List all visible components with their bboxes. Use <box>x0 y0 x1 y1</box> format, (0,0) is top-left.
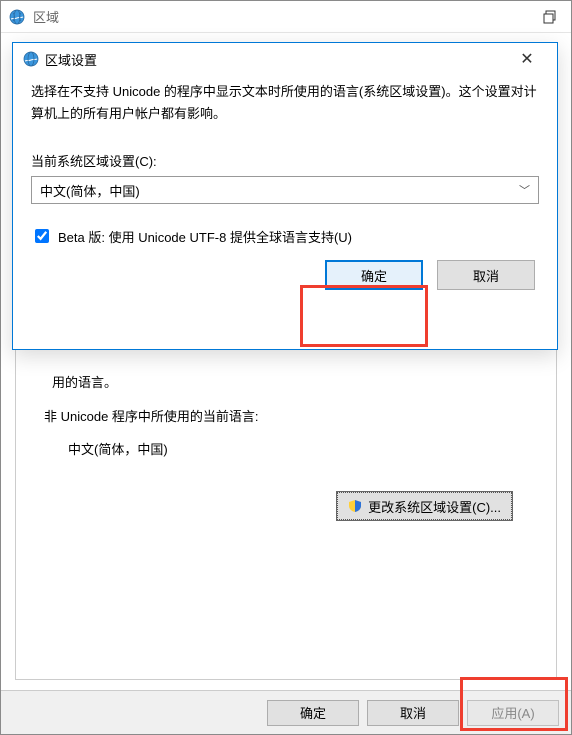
non-unicode-heading: 非 Unicode 程序中所使用的当前语言: <box>44 406 524 425</box>
non-unicode-section: 非 Unicode 程序中所使用的当前语言: 中文(简体，中国) 更改系统区域设… <box>44 406 524 486</box>
region-window-title: 区域 <box>33 7 59 26</box>
current-non-unicode-language: 中文(简体，中国) <box>68 439 524 458</box>
change-system-locale-label: 更改系统区域设置(C)... <box>368 497 501 516</box>
close-button[interactable]: ✕ <box>507 44 547 74</box>
region-cancel-button[interactable]: 取消 <box>367 700 459 726</box>
region-ok-button[interactable]: 确定 <box>267 700 359 726</box>
region-footer: 确定 取消 应用(A) <box>1 690 571 734</box>
locale-select[interactable]: 中文(简体，中国) ﹀ <box>31 176 539 204</box>
globe-icon <box>9 9 25 25</box>
truncated-help-text: 用的语言。 <box>52 372 117 391</box>
shield-icon <box>348 499 362 513</box>
locale-select-value: 中文(简体，中国) <box>40 181 140 200</box>
restore-down-icon <box>543 10 557 24</box>
locale-ok-button[interactable]: 确定 <box>325 260 423 290</box>
current-locale-label: 当前系统区域设置(C): <box>31 151 539 170</box>
locale-dialog-button-row: 确定 取消 <box>31 260 539 290</box>
locale-settings-title: 区域设置 <box>45 50 97 69</box>
utf8-beta-checkbox[interactable] <box>35 229 49 243</box>
close-icon: ✕ <box>520 49 533 69</box>
globe-icon <box>23 51 39 67</box>
locale-cancel-label: 取消 <box>473 266 499 285</box>
locale-settings-titlebar: 区域设置 ✕ <box>13 43 557 75</box>
region-cancel-label: 取消 <box>400 703 426 722</box>
region-titlebar: 区域 <box>1 1 571 33</box>
locale-settings-body: 选择在不支持 Unicode 的程序中显示文本时所使用的语言(系统区域设置)。这… <box>13 75 557 304</box>
region-ok-label: 确定 <box>300 703 326 722</box>
region-apply-button[interactable]: 应用(A) <box>467 700 559 726</box>
change-system-locale-button[interactable]: 更改系统区域设置(C)... <box>337 492 512 520</box>
locale-cancel-button[interactable]: 取消 <box>437 260 535 290</box>
chevron-down-icon: ﹀ <box>519 182 530 198</box>
locale-settings-dialog: 区域设置 ✕ 选择在不支持 Unicode 的程序中显示文本时所使用的语言(系统… <box>12 42 558 350</box>
region-apply-label: 应用(A) <box>491 703 534 722</box>
utf8-beta-checkbox-row[interactable]: Beta 版: 使用 Unicode UTF-8 提供全球语言支持(U) <box>31 226 539 246</box>
utf8-beta-label: Beta 版: 使用 Unicode UTF-8 提供全球语言支持(U) <box>58 227 352 246</box>
locale-settings-description: 选择在不支持 Unicode 的程序中显示文本时所使用的语言(系统区域设置)。这… <box>31 81 539 125</box>
locale-ok-label: 确定 <box>361 266 387 285</box>
